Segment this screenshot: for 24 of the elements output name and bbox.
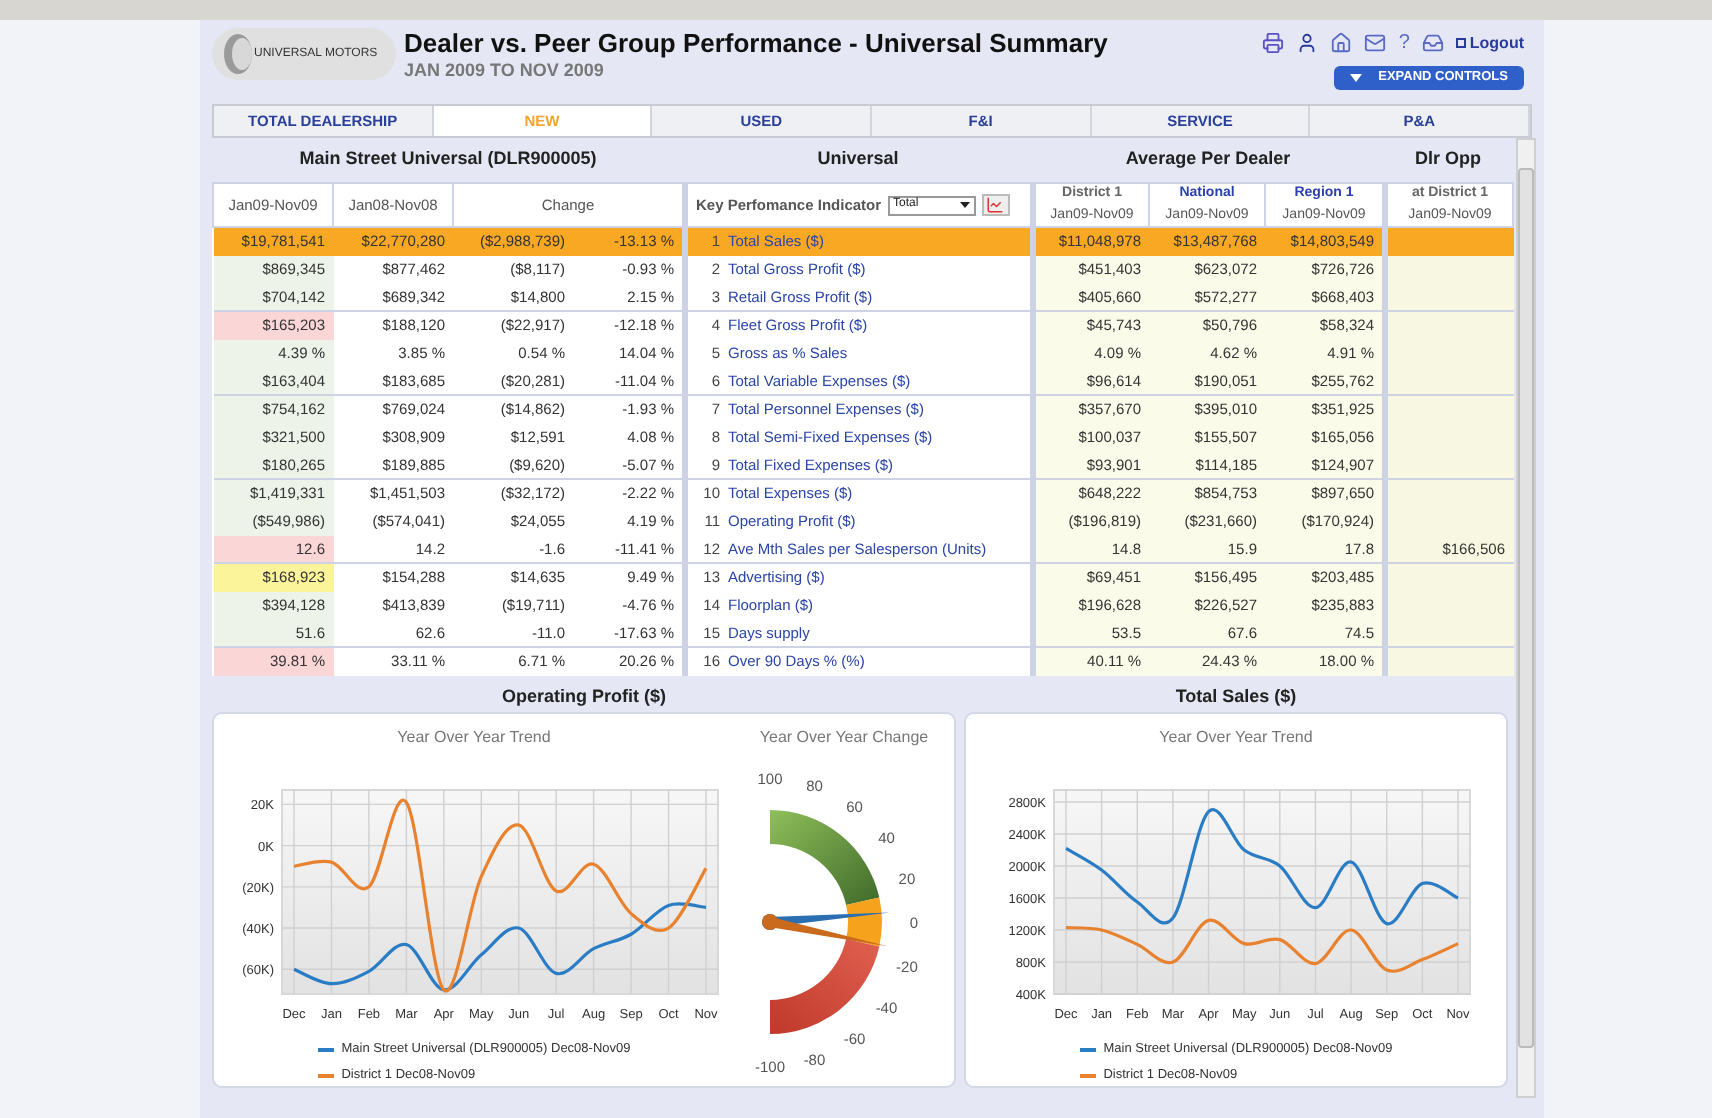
- page-subtitle: JAN 2009 TO NOV 2009: [404, 58, 606, 84]
- section-heading: Universal: [815, 146, 901, 173]
- chart-toggle-button[interactable]: [981, 194, 1010, 216]
- print-icon[interactable]: [1262, 32, 1285, 54]
- scrollbar-thumb[interactable]: [1518, 168, 1534, 1048]
- scrollbar[interactable]: [1516, 138, 1536, 1098]
- logout-icon: [1455, 38, 1466, 48]
- gauge-title: Year Over Year Change: [759, 725, 929, 749]
- caret-icon: [1350, 74, 1363, 82]
- dropdown-caret-icon: [959, 202, 970, 208]
- inbox-icon[interactable]: [1421, 32, 1444, 54]
- help-link[interactable]: ?: [1398, 28, 1410, 58]
- section-heading: Average Per Dealer: [1123, 146, 1293, 173]
- mail-icon[interactable]: [1364, 32, 1387, 54]
- user-icon[interactable]: [1296, 32, 1319, 54]
- logout-link[interactable]: Logout: [1455, 31, 1524, 55]
- section-heading: Main Street Universal (DLR900005): [297, 146, 599, 173]
- chart-title: Year Over Year Trend: [1159, 725, 1313, 749]
- chart-title: Year Over Year Trend: [397, 725, 551, 749]
- section-heading: Operating Profit ($): [499, 683, 668, 710]
- section-heading: Total Sales ($): [1173, 683, 1299, 710]
- section-heading: Dlr Opp: [1413, 146, 1483, 173]
- page-title: Dealer vs. Peer Group Performance - Universal Summary: [404, 28, 1108, 58]
- home-icon[interactable]: [1330, 32, 1353, 54]
